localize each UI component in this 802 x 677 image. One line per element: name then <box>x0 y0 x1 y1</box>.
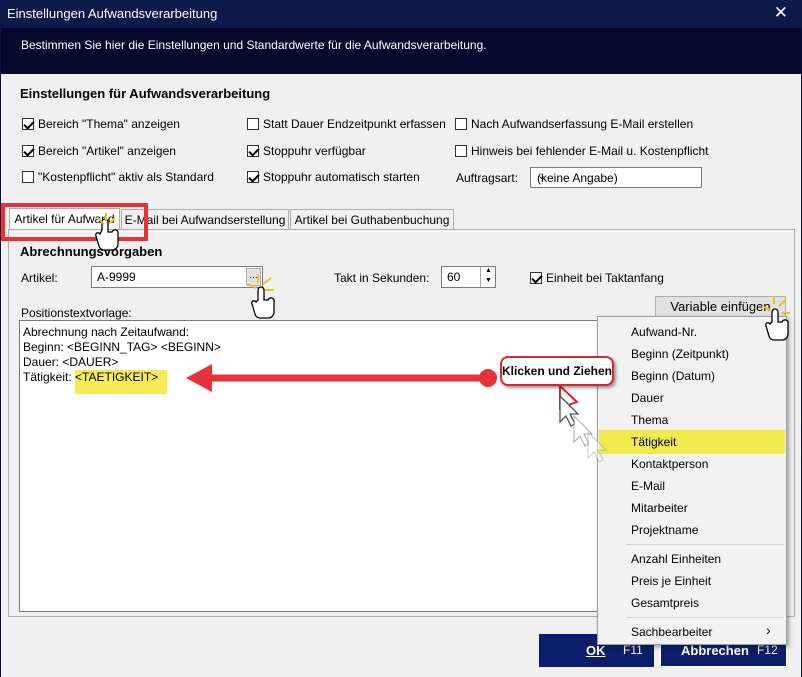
hand-cursor-icon <box>95 218 119 251</box>
drag-arrow-origin <box>479 369 497 387</box>
hand-cursor-icon <box>251 286 275 319</box>
active-tab-frame <box>1 203 148 241</box>
annotation-overlay <box>1 203 790 463</box>
instruction-callout: Klicken und Ziehen <box>500 356 614 386</box>
drag-arrow-head <box>186 364 212 392</box>
drag-cursor-icon <box>559 394 608 463</box>
